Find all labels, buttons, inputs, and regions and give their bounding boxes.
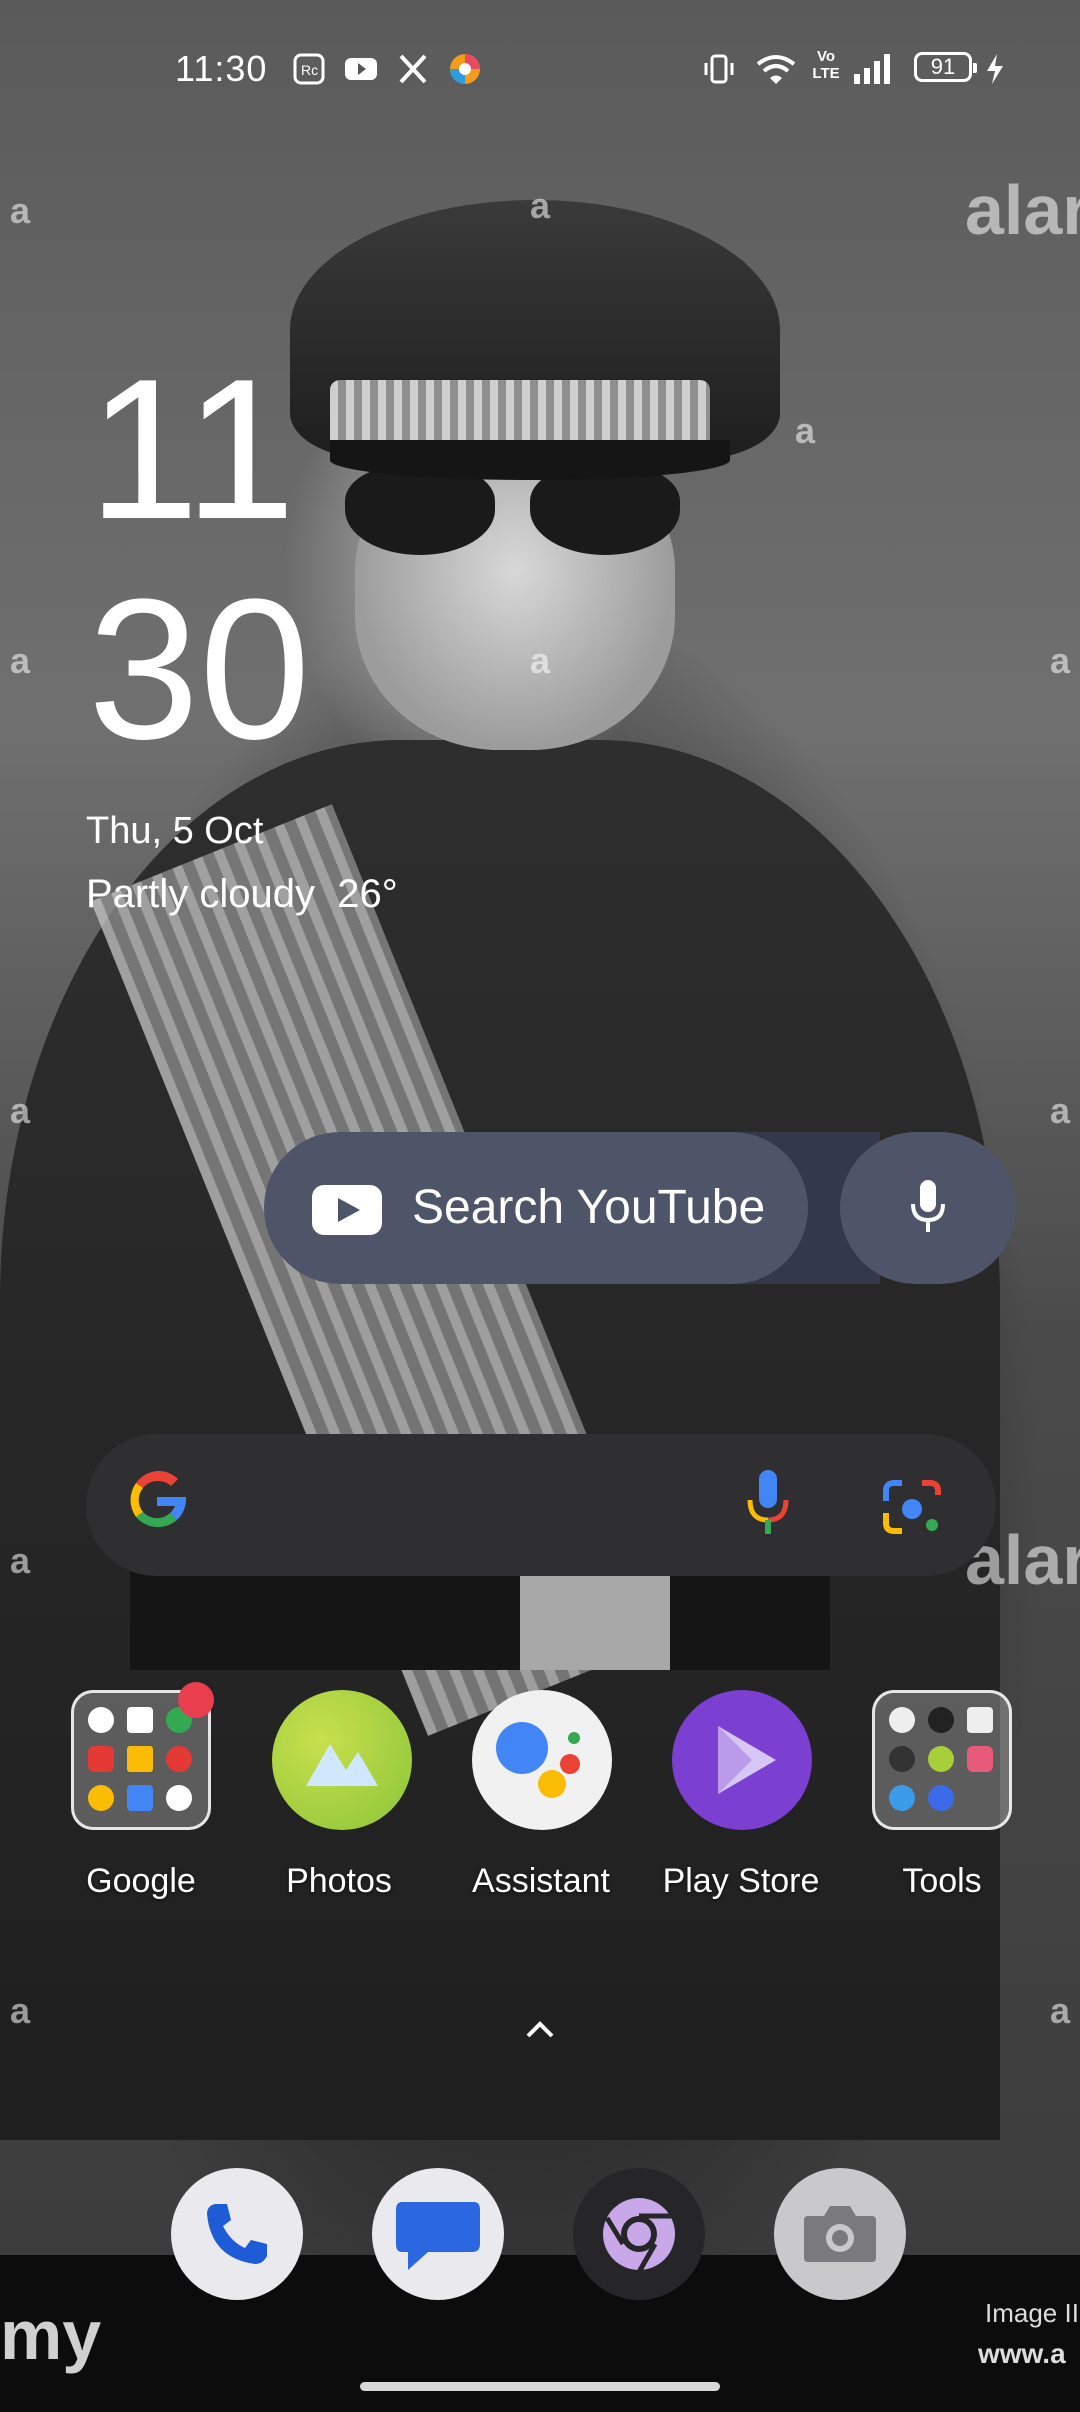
battery-icon: 91 [914, 52, 977, 82]
meet-mini-icon [127, 1785, 153, 1811]
messages-icon [396, 2202, 480, 2270]
files-mini-icon [166, 1785, 192, 1811]
camera-icon [804, 2206, 876, 2262]
google-search-bar[interactable] [86, 1434, 996, 1576]
browser-icon [450, 54, 480, 84]
recorder-mini-icon [889, 1707, 915, 1733]
notes-mini-icon [967, 1746, 993, 1772]
clock-minute: 30 [88, 558, 311, 781]
watermark-mark: a [795, 410, 816, 451]
app-label-assistant: Assistant [472, 1862, 610, 1900]
signal-icon [854, 54, 890, 84]
youtube-mini-icon [88, 1746, 114, 1772]
app-label-google: Google [86, 1862, 196, 1900]
photos-mini-icon [88, 1785, 114, 1811]
watermark-mark: a [10, 1540, 31, 1581]
status-time: 11:30 [175, 48, 268, 89]
chrome-app-icon[interactable] [573, 2168, 705, 2300]
screen-record-icon: Rc [293, 53, 325, 85]
microphone-icon [911, 1180, 945, 1232]
drive-mini-icon [127, 1746, 153, 1772]
google-logo [130, 1470, 187, 1528]
svg-text:Rc: Rc [301, 62, 318, 78]
watermark-alamy-logo: my [0, 2296, 102, 2374]
watermark-mark: a [10, 1090, 31, 1131]
clock-mini-icon [928, 1707, 954, 1733]
watermark-url: www.a [978, 2338, 1066, 2369]
watermark-mark: a [10, 1990, 31, 2031]
app-label-photos: Photos [286, 1862, 392, 1900]
youtube-icon [345, 58, 377, 80]
security-mini-icon [928, 1785, 954, 1811]
x-icon [399, 54, 427, 84]
gesture-navigation-bar[interactable] [360, 2382, 720, 2391]
volte-icon: Vo LTE [812, 48, 840, 82]
wifi-icon [756, 55, 796, 84]
gmail-mini-icon [127, 1707, 153, 1733]
watermark-mark: a [10, 640, 31, 681]
photos-app-icon[interactable] [272, 1690, 412, 1830]
clock-hour: 11 [88, 338, 296, 561]
compass-mini-icon [928, 1746, 954, 1772]
youtube-voice-search-button[interactable] [840, 1132, 1016, 1284]
watermark-alamy: alar [965, 171, 1080, 249]
chrome-icon [603, 2198, 675, 2274]
youtube-logo-icon [312, 1185, 382, 1235]
messages-app-icon[interactable] [372, 2168, 504, 2300]
assistant-app-icon[interactable] [472, 1690, 612, 1830]
wallpaper-visor [330, 440, 730, 480]
watermark-mark: a [1050, 1090, 1071, 1131]
youtube-music-mini-icon [166, 1746, 192, 1772]
charging-icon [987, 54, 1003, 84]
wallpaper-buckle [520, 1560, 670, 1670]
phone-app-icon[interactable] [171, 2168, 303, 2300]
assistant-dots-icon [496, 1722, 580, 1798]
camera-app-icon[interactable] [774, 2168, 906, 2300]
calculator-mini-icon [967, 1707, 993, 1733]
watermark-mark: a [530, 640, 551, 681]
vibrate-icon [704, 54, 734, 84]
watermark-mark: a [10, 190, 31, 231]
watermark-image-id: Image II [985, 2298, 1079, 2328]
play-triangle-icon [718, 1726, 776, 1794]
play-store-app-icon[interactable] [672, 1690, 812, 1830]
app-label-tools: Tools [902, 1862, 982, 1900]
status-bar: 11:30 Rc Vo LTE 91 [0, 38, 1080, 98]
watermark-mark: a [1050, 640, 1071, 681]
voice-search-icon[interactable] [742, 1468, 794, 1538]
wallpaper-belt [130, 1560, 830, 1670]
mountain-icon [306, 1744, 378, 1786]
app-label-play-store: Play Store [662, 1862, 820, 1900]
google-mini-icon [88, 1707, 114, 1733]
tools-folder[interactable] [872, 1690, 1012, 1830]
watermark-mark: a [1050, 1990, 1071, 2031]
backup-mini-icon [889, 1746, 915, 1772]
chevron-up-icon[interactable] [522, 2012, 558, 2048]
google-lens-icon[interactable] [880, 1475, 944, 1539]
notification-badge [178, 1682, 214, 1718]
weather-mini-icon [889, 1785, 915, 1811]
weather-text: Partly cloudy 26° [86, 872, 398, 916]
youtube-search-label: Search YouTube [412, 1181, 766, 1234]
watermark-mark: a [530, 185, 551, 226]
phone-icon [207, 2204, 267, 2264]
clock-date: Thu, 5 Oct [86, 810, 264, 852]
